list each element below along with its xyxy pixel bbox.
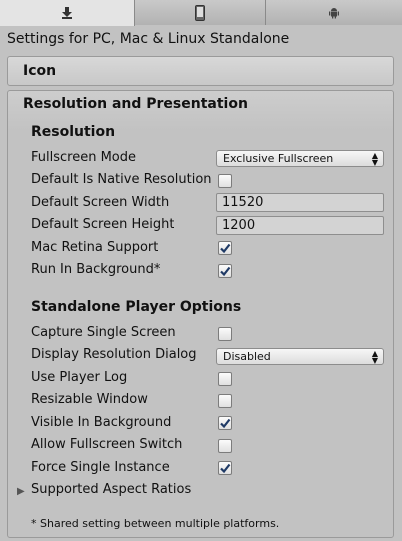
force-single-instance-checkbox[interactable] — [218, 461, 232, 475]
mac-retina-checkbox[interactable] — [218, 241, 232, 255]
icon-foldout[interactable]: Icon — [7, 56, 394, 86]
capture-single-screen-label: Capture Single Screen — [31, 325, 176, 340]
allow-fullscreen-switch-label: Allow Fullscreen Switch — [31, 437, 183, 452]
tab-standalone[interactable] — [0, 0, 135, 26]
download-arrow-icon — [62, 7, 72, 19]
use-player-log-label: Use Player Log — [31, 370, 128, 385]
player-settings-inspector: Settings for PC, Mac & Linux Standalone … — [0, 0, 402, 541]
mac-retina-label: Mac Retina Support — [31, 240, 159, 255]
default-height-field[interactable]: 1200 — [216, 216, 384, 235]
resizable-window-checkbox[interactable] — [218, 394, 232, 408]
default-width-field[interactable]: 11520 — [216, 193, 384, 212]
resizable-window-label: Resizable Window — [31, 392, 148, 407]
capture-single-screen-checkbox[interactable] — [218, 327, 232, 341]
display-resolution-dialog-value: Disabled — [223, 350, 271, 363]
run-in-background-checkbox[interactable] — [218, 264, 232, 278]
visible-in-background-label: Visible In Background — [31, 415, 172, 430]
resolution-presentation-title: Resolution and Presentation — [23, 96, 248, 112]
tab-ios[interactable] — [135, 0, 266, 25]
default-is-native-label: Default Is Native Resolution — [31, 172, 212, 187]
default-is-native-checkbox[interactable] — [218, 174, 232, 188]
checkmark-icon — [220, 243, 231, 254]
fullscreen-mode-value: Exclusive Fullscreen — [223, 152, 334, 165]
icon-foldout-title: Icon — [23, 63, 57, 79]
platform-tabs — [0, 0, 402, 26]
default-height-label: Default Screen Height — [31, 217, 175, 232]
fullscreen-mode-label: Fullscreen Mode — [31, 150, 136, 165]
foldout-arrow-right-icon[interactable]: ▶ — [17, 486, 25, 497]
tab-android[interactable] — [266, 0, 402, 25]
default-width-label: Default Screen Width — [31, 195, 170, 210]
checkmark-icon — [220, 463, 231, 474]
force-single-instance-label: Force Single Instance — [31, 460, 170, 475]
display-resolution-dialog-dropdown[interactable]: Disabled ▲ ▼ — [216, 348, 384, 365]
shared-setting-footnote: * Shared setting between multiple platfo… — [31, 517, 280, 530]
display-resolution-dialog-label: Display Resolution Dialog — [31, 347, 197, 362]
android-robot-icon — [329, 7, 339, 18]
resolution-section-header: Resolution — [31, 124, 116, 140]
settings-for-label: Settings for PC, Mac & Linux Standalone — [7, 31, 290, 47]
standalone-player-options-header: Standalone Player Options — [31, 299, 242, 315]
checkmark-icon — [220, 418, 231, 429]
mobile-device-icon — [195, 4, 205, 21]
allow-fullscreen-switch-checkbox[interactable] — [218, 439, 232, 453]
dropdown-arrows-icon: ▲ ▼ — [371, 349, 378, 365]
visible-in-background-checkbox[interactable] — [218, 416, 232, 430]
run-in-background-label: Run In Background* — [31, 262, 161, 277]
supported-aspect-ratios-foldout[interactable]: Supported Aspect Ratios — [31, 482, 191, 497]
dropdown-arrows-icon: ▲ ▼ — [371, 151, 378, 167]
use-player-log-checkbox[interactable] — [218, 372, 232, 386]
checkmark-icon — [220, 266, 231, 277]
fullscreen-mode-dropdown[interactable]: Exclusive Fullscreen ▲ ▼ — [216, 150, 384, 167]
